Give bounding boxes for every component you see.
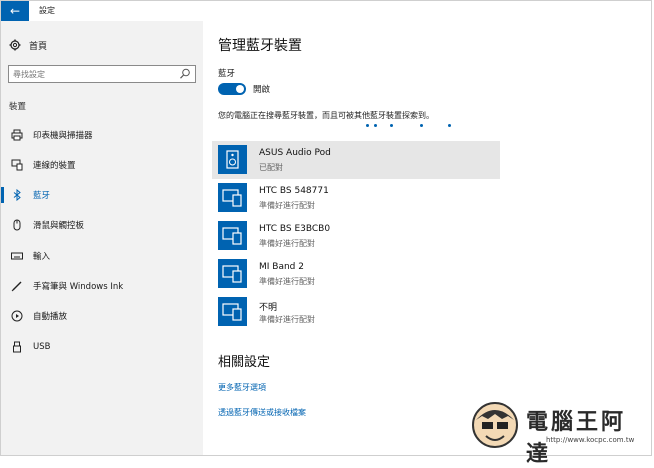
sidebar-item-bluetooth[interactable]: 藍牙 <box>1 184 203 206</box>
back-button[interactable]: ← <box>1 1 29 21</box>
bluetooth-toggle[interactable] <box>218 83 246 95</box>
sidebar-item-printers[interactable]: 印表機與掃描器 <box>1 124 203 146</box>
toggle-state: 開啟 <box>253 85 271 95</box>
device-name: HTC BS E3BCB0 <box>259 224 331 234</box>
sidebar-item-label: 藍牙 <box>33 191 51 201</box>
related-settings-title: 相關設定 <box>218 355 271 370</box>
device-name: HTC BS 548771 <box>259 186 329 196</box>
toggle-knob <box>236 85 244 93</box>
device-name: 不明 <box>259 303 278 313</box>
device-icon <box>218 259 247 288</box>
devices-icon <box>11 159 23 171</box>
device-asus-audio-pod[interactable]: ASUS Audio Pod 已配對 <box>212 141 500 179</box>
sidebar-item-mouse[interactable]: 滑鼠與觸控板 <box>1 214 203 236</box>
search-box[interactable] <box>8 65 196 83</box>
speaker-icon <box>218 145 247 174</box>
mouse-icon <box>11 219 23 231</box>
printer-icon <box>11 129 23 141</box>
sidebar-item-label: 自動播放 <box>33 312 68 322</box>
home-label: 首頁 <box>29 41 48 52</box>
main-panel: 管理藍牙裝置 藍牙 開啟 您的電腦正在搜尋藍牙裝置，而且可被其他藍牙裝置探索到。… <box>203 21 651 455</box>
device-status: 準備好進行配對 <box>259 201 315 210</box>
sidebar-item-usb[interactable]: USB <box>1 336 203 358</box>
more-bluetooth-options-link[interactable]: 更多藍牙選項 <box>218 382 266 393</box>
device-icon <box>218 297 247 326</box>
keyboard-icon <box>11 250 23 262</box>
window-title: 設定 <box>39 6 55 15</box>
device-status: 準備好進行配對 <box>259 315 315 324</box>
sidebar-home[interactable]: 首頁 <box>9 37 47 53</box>
bluetooth-icon <box>11 189 23 201</box>
send-receive-files-link[interactable]: 透過藍牙傳送或接收檔案 <box>218 407 306 418</box>
search-input[interactable] <box>9 69 178 79</box>
device-status: 準備好進行配對 <box>259 239 315 248</box>
section-label: 裝置 <box>9 102 27 112</box>
device-unknown[interactable]: 不明 準備好進行配對 <box>212 293 500 331</box>
device-htc-bs-548771[interactable]: HTC BS 548771 準備好進行配對 <box>212 179 500 217</box>
title-bar: ← 設定 <box>1 1 651 21</box>
sidebar-item-pen[interactable]: 手寫筆與 Windows Ink <box>1 275 203 297</box>
usb-icon <box>11 341 23 353</box>
watermark: 電腦王阿達 http://www.kocpc.com.tw <box>468 398 644 467</box>
sidebar-item-label: 印表機與掃描器 <box>33 131 93 141</box>
gear-icon <box>9 39 21 51</box>
device-name: MI Band 2 <box>259 262 304 272</box>
active-indicator <box>1 187 4 203</box>
watermark-url: http://www.kocpc.com.tw <box>546 436 635 444</box>
sidebar-item-connected-devices[interactable]: 連線的裝置 <box>1 154 203 176</box>
sidebar-item-label: 輸入 <box>33 252 51 262</box>
sidebar-item-label: USB <box>33 342 51 352</box>
device-icon <box>218 221 247 250</box>
back-arrow-icon: ← <box>9 4 21 18</box>
sidebar-item-label: 手寫筆與 Windows Ink <box>33 282 124 292</box>
device-htc-bs-e3bcb0[interactable]: HTC BS E3BCB0 準備好進行配對 <box>212 217 500 255</box>
page-title: 管理藍牙裝置 <box>218 38 302 54</box>
pen-icon <box>11 280 23 292</box>
sidebar-item-label: 連線的裝置 <box>33 161 76 171</box>
autoplay-icon <box>11 310 23 322</box>
device-status: 準備好進行配對 <box>259 277 315 286</box>
searching-indicator <box>366 124 456 130</box>
search-icon[interactable] <box>178 67 192 81</box>
device-status: 已配對 <box>259 163 283 172</box>
device-icon <box>218 183 247 212</box>
device-mi-band-2[interactable]: MI Band 2 準備好進行配對 <box>212 255 500 293</box>
bluetooth-label: 藍牙 <box>218 69 236 79</box>
mascot-logo-icon <box>472 402 518 448</box>
sidebar-item-label: 滑鼠與觸控板 <box>33 221 85 231</box>
sidebar: 首頁 裝置 印表機與掃描器 連線的裝置 藍牙 滑鼠與觸控板 <box>1 21 203 455</box>
sidebar-item-typing[interactable]: 輸入 <box>1 245 203 267</box>
device-name: ASUS Audio Pod <box>259 148 331 158</box>
sidebar-item-autoplay[interactable]: 自動播放 <box>1 305 203 327</box>
discovery-status: 您的電腦正在搜尋藍牙裝置，而且可被其他藍牙裝置探索到。 <box>218 111 434 120</box>
